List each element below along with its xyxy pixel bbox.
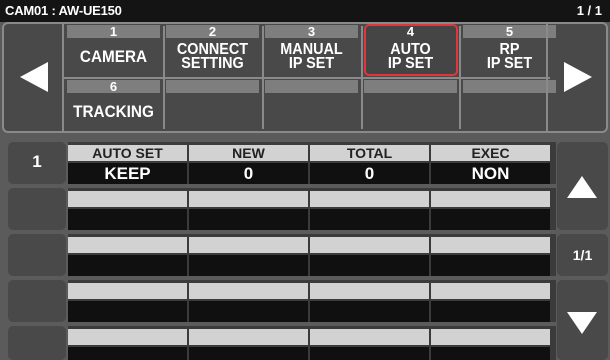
tab-empty: [164, 79, 261, 132]
new-value: 0: [189, 163, 308, 184]
down-triangle-icon: [567, 312, 597, 334]
tab-label: CAMERA: [79, 47, 148, 66]
menu-tab-panel: 1 CAMERA 2 CONNECT SETTING 3 MANUAL IP S…: [2, 22, 608, 133]
page-number: 1/1: [572, 247, 593, 263]
tab-label: TRACKING: [73, 102, 154, 121]
title-bar: CAM01 : AW-UE150 1 / 1: [0, 0, 610, 22]
tab-label: CONNECT SETTING: [176, 41, 249, 72]
total-value: 0: [310, 163, 429, 184]
tab-label: MANUAL IP SET: [280, 41, 343, 72]
tab-label: AUTO IP SET: [387, 41, 434, 72]
tab-connect-setting[interactable]: 2 CONNECT SETTING: [164, 24, 261, 77]
tab-empty: [263, 79, 360, 132]
auto-set-value[interactable]: KEEP: [68, 163, 187, 184]
row-number-cell[interactable]: [8, 234, 66, 276]
row-number-cell[interactable]: 1: [8, 142, 66, 184]
next-menu-button[interactable]: [546, 24, 606, 131]
tab-number: 1: [109, 24, 118, 39]
up-triangle-icon: [567, 176, 597, 198]
scroll-up-button[interactable]: [557, 142, 608, 230]
row-number-cell[interactable]: [8, 280, 66, 322]
column-header-total: TOTAL: [310, 145, 429, 161]
auto-ip-table: 1 AUTO SET NEW TOTAL EXEC KEEP 0 0 NON: [2, 139, 606, 360]
row-number-cell[interactable]: [8, 188, 66, 230]
table-row[interactable]: [68, 326, 556, 360]
tab-tracking[interactable]: 6 TRACKING: [65, 79, 162, 132]
right-triangle-icon: [564, 62, 592, 92]
tab-rp-ip-set[interactable]: 5 RP IP SET: [461, 24, 558, 77]
prev-menu-button[interactable]: [4, 24, 64, 131]
table-row[interactable]: AUTO SET NEW TOTAL EXEC KEEP 0 0 NON: [68, 142, 556, 184]
tab-number: 5: [505, 24, 514, 39]
row-number-cell[interactable]: [8, 326, 66, 360]
page-indicator: 1 / 1: [576, 3, 602, 18]
tab-camera[interactable]: 1 CAMERA: [65, 24, 162, 77]
tab-number: 2: [208, 24, 217, 39]
tab-label: RP IP SET: [486, 41, 533, 72]
table-row[interactable]: [68, 234, 556, 276]
tab-number: 3: [307, 24, 316, 39]
column-header-new: NEW: [189, 145, 308, 161]
column-header-auto-set: AUTO SET: [68, 145, 187, 161]
scroll-controls: 1/1: [555, 139, 610, 360]
row-number: 1: [32, 152, 42, 171]
tab-auto-ip-set[interactable]: 4 AUTO IP SET: [362, 24, 459, 77]
camera-label: CAM01 : AW-UE150: [5, 3, 122, 18]
tab-number: 4: [406, 24, 415, 39]
tab-empty: [461, 79, 558, 132]
tab-empty: [362, 79, 459, 132]
page-display: 1/1: [557, 234, 608, 276]
exec-value[interactable]: NON: [431, 163, 550, 184]
tab-number: 6: [109, 79, 118, 94]
scroll-down-button[interactable]: [557, 280, 608, 360]
tab-manual-ip-set[interactable]: 3 MANUAL IP SET: [263, 24, 360, 77]
column-header-exec: EXEC: [431, 145, 550, 161]
table-row[interactable]: [68, 280, 556, 322]
left-triangle-icon: [20, 62, 48, 92]
table-row[interactable]: [68, 188, 556, 230]
